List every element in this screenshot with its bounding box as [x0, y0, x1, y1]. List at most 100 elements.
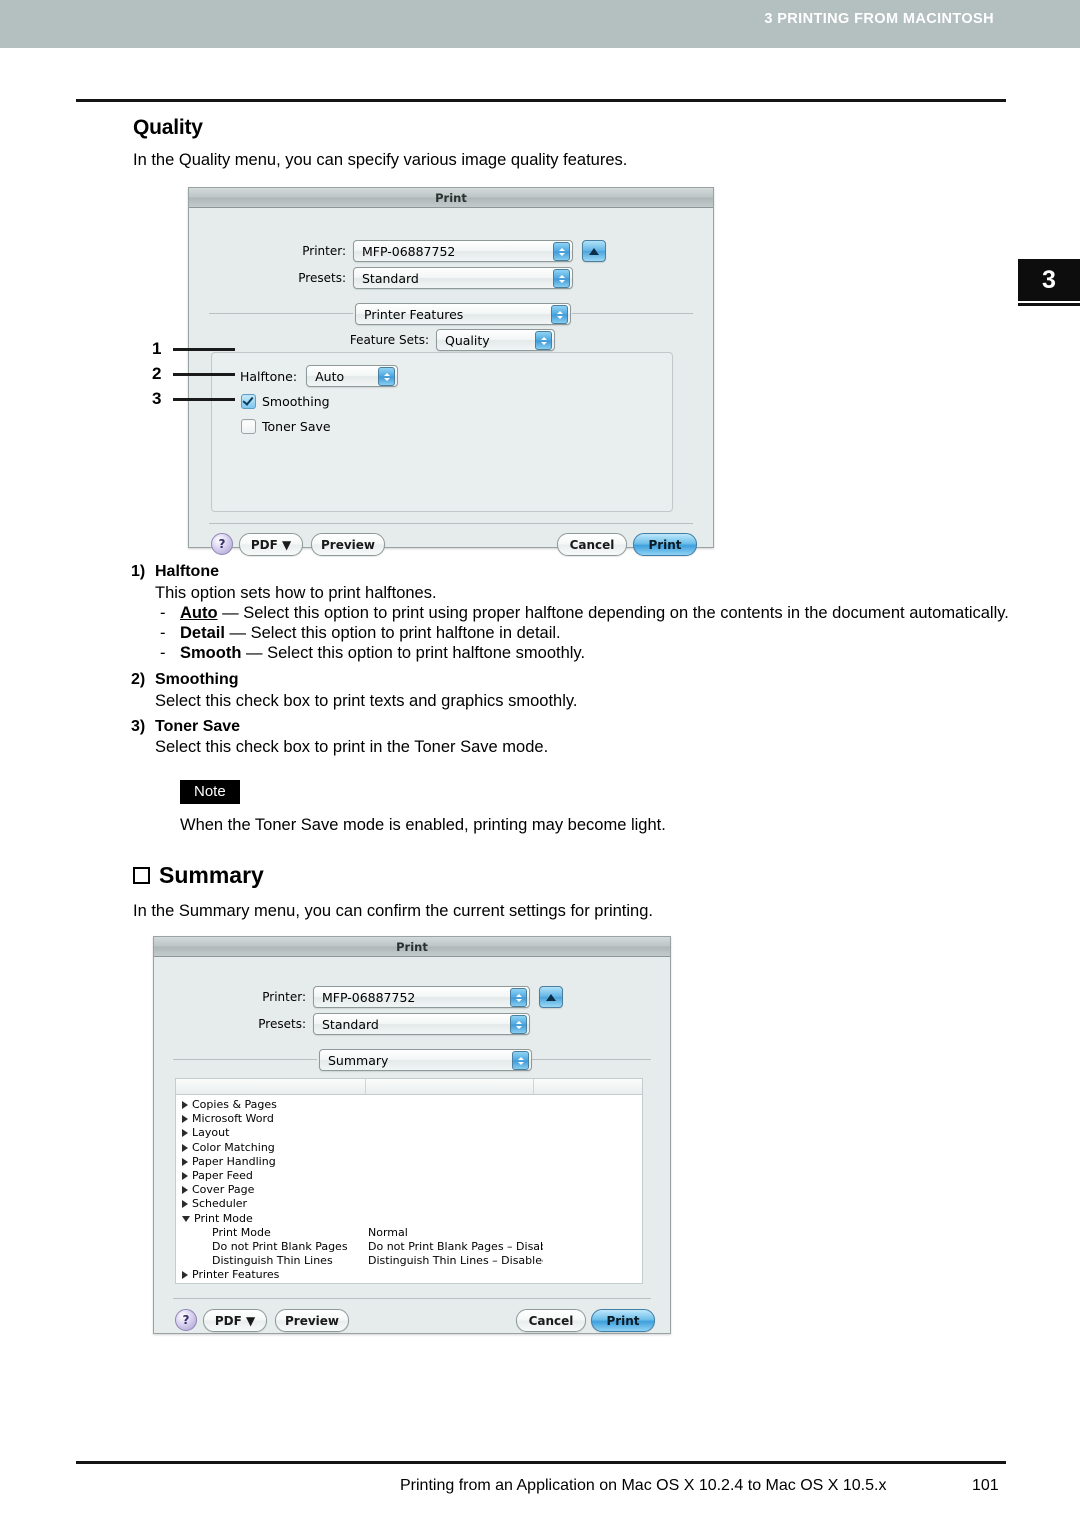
feature-sets-popup[interactable]: Quality [436, 329, 555, 351]
footer-page-number: 101 [972, 1477, 999, 1494]
toner-save-row[interactable]: Toner Save [241, 419, 331, 434]
summary-printer-stepper-icon[interactable] [510, 988, 527, 1007]
print-button-label: Print [606, 1313, 640, 1328]
halftone-popup[interactable]: Auto [306, 365, 399, 387]
cancel-button[interactable]: Cancel [557, 533, 627, 556]
desc-1-bullet-1-dash: - [160, 604, 166, 622]
print-button-label: Print [648, 537, 682, 552]
summary-presets-label: Presets: [258, 1017, 306, 1031]
desc-1-body: This option sets how to print halftones. [155, 584, 437, 602]
printer-label: Printer: [302, 244, 346, 258]
expand-details-button[interactable] [582, 240, 606, 262]
summary-help-button[interactable]: ? [175, 1309, 197, 1331]
list-item-label: Printer Features [192, 1268, 280, 1282]
list-item[interactable]: Paper Handling [182, 1155, 642, 1169]
disclosure-down-icon[interactable] [182, 1216, 190, 1223]
summary-list-rows: Copies & Pages Microsoft Word Layout Col… [176, 1095, 642, 1282]
cancel-button-label: Cancel [569, 537, 615, 552]
summary-col-3-header [534, 1079, 642, 1094]
halftone-row: Halftone: Auto [240, 365, 399, 387]
summary-presets-popup[interactable]: Standard [313, 1013, 530, 1035]
disclosure-right-icon[interactable] [182, 1186, 188, 1195]
list-item[interactable]: Cover Page [182, 1183, 642, 1197]
summary-preview-button[interactable]: Preview [275, 1309, 349, 1332]
disclosure-right-icon[interactable] [182, 1271, 188, 1280]
print-button[interactable]: Print [633, 533, 697, 556]
presets-row: Presets: Standard [189, 267, 713, 289]
bottom-separator [209, 523, 693, 524]
disclosure-right-icon[interactable] [182, 1101, 188, 1110]
callout-leader-2 [173, 373, 235, 376]
desc-2-title: Smoothing [155, 671, 239, 688]
desc-1-bullet-2: Detail — Select this option to print hal… [180, 624, 561, 643]
dialog-title: Print [435, 190, 467, 205]
summary-dialog-titlebar: Print [154, 937, 670, 957]
summary-col-1-header [176, 1079, 366, 1094]
summary-col-2-header [366, 1079, 534, 1094]
summary-settings-list[interactable]: Copies & Pages Microsoft Word Layout Col… [175, 1078, 643, 1284]
summary-pdf-button[interactable]: PDF ▼ [203, 1309, 267, 1332]
preview-button[interactable]: Preview [311, 533, 385, 556]
desc-1-title: Halftone [155, 563, 219, 580]
disclosure-right-icon[interactable] [182, 1143, 188, 1152]
summary-pane-popup[interactable]: Summary [319, 1049, 532, 1071]
summary-printer-popup[interactable]: MFP-06887752 [313, 986, 530, 1008]
smoothing-row[interactable]: Smoothing [241, 394, 330, 409]
disclosure-right-icon[interactable] [182, 1115, 188, 1124]
pdf-button[interactable]: PDF ▼ [239, 533, 303, 556]
summary-print-button[interactable]: Print [591, 1309, 655, 1332]
summary-presets-stepper-icon[interactable] [510, 1015, 527, 1034]
smoothing-checkbox[interactable] [241, 394, 256, 409]
pane-stepper-icon[interactable] [551, 305, 568, 324]
list-item[interactable]: Copies & Pages [182, 1098, 642, 1112]
presets-popup[interactable]: Standard [353, 267, 573, 289]
summary-printer-row: Printer: MFP-06887752 [154, 986, 670, 1008]
list-item[interactable]: Scheduler [182, 1197, 642, 1211]
disclosure-right-icon[interactable] [182, 1172, 188, 1181]
presets-stepper-icon[interactable] [553, 269, 570, 288]
summary-pane-stepper-icon[interactable] [512, 1051, 529, 1070]
printer-stepper-icon[interactable] [553, 242, 570, 261]
disclosure-right-icon[interactable] [182, 1200, 188, 1209]
list-item[interactable]: Paper Feed [182, 1169, 642, 1183]
summary-bottom-separator [173, 1298, 651, 1299]
halftone-stepper-icon[interactable] [378, 367, 396, 386]
footer-text: Printing from an Application on Mac OS X… [400, 1477, 887, 1494]
pane-separator-right [572, 313, 693, 314]
desc-1-bullet-2-term: Detail [180, 624, 225, 642]
disclosure-right-icon[interactable] [182, 1129, 188, 1138]
pdf-button-label: PDF ▼ [250, 537, 292, 552]
summary-heading: Summary [159, 862, 264, 888]
feature-sets-stepper-icon[interactable] [535, 331, 552, 350]
list-item[interactable]: Color Matching [182, 1141, 642, 1155]
list-item-expanded[interactable]: Print Mode [182, 1212, 642, 1226]
summary-cancel-button[interactable]: Cancel [516, 1309, 586, 1332]
list-item[interactable]: Printer Features [182, 1268, 642, 1282]
pdf-button-label: PDF ▼ [214, 1313, 256, 1328]
halftone-value: Auto [315, 368, 345, 384]
desc-3-title: Toner Save [155, 718, 241, 735]
desc-3-body: Select this check box to print in the To… [155, 738, 549, 756]
toner-save-checkbox[interactable] [241, 419, 256, 434]
desc-1-bullet-2-text: — Select this option to print halftone i… [224, 624, 561, 642]
quality-heading: Quality [133, 116, 203, 139]
pane-value: Printer Features [364, 306, 464, 322]
disclosure-right-icon[interactable] [182, 1157, 188, 1166]
help-button[interactable]: ? [211, 533, 233, 555]
preview-button-label: Preview [320, 537, 375, 552]
pane-separator-left [209, 313, 353, 314]
pane-popup[interactable]: Printer Features [355, 303, 571, 325]
smoothing-label: Smoothing [262, 394, 330, 409]
list-item[interactable]: Layout [182, 1126, 642, 1140]
printer-popup[interactable]: MFP-06887752 [353, 240, 573, 262]
detail-key: Distinguish Thin Lines [212, 1254, 333, 1268]
quality-options-panel: Halftone: Auto Smoothing Toner Save [211, 352, 673, 512]
desc-2-body: Select this check box to print texts and… [155, 692, 578, 710]
summary-expand-details-button[interactable] [539, 986, 563, 1008]
presets-label: Presets: [298, 271, 346, 285]
summary-pane-separator-right [532, 1059, 651, 1060]
note-badge: Note [180, 780, 240, 804]
callout-number-3: 3 [152, 389, 162, 408]
square-bullet-icon [133, 867, 150, 884]
list-item[interactable]: Microsoft Word [182, 1112, 642, 1126]
